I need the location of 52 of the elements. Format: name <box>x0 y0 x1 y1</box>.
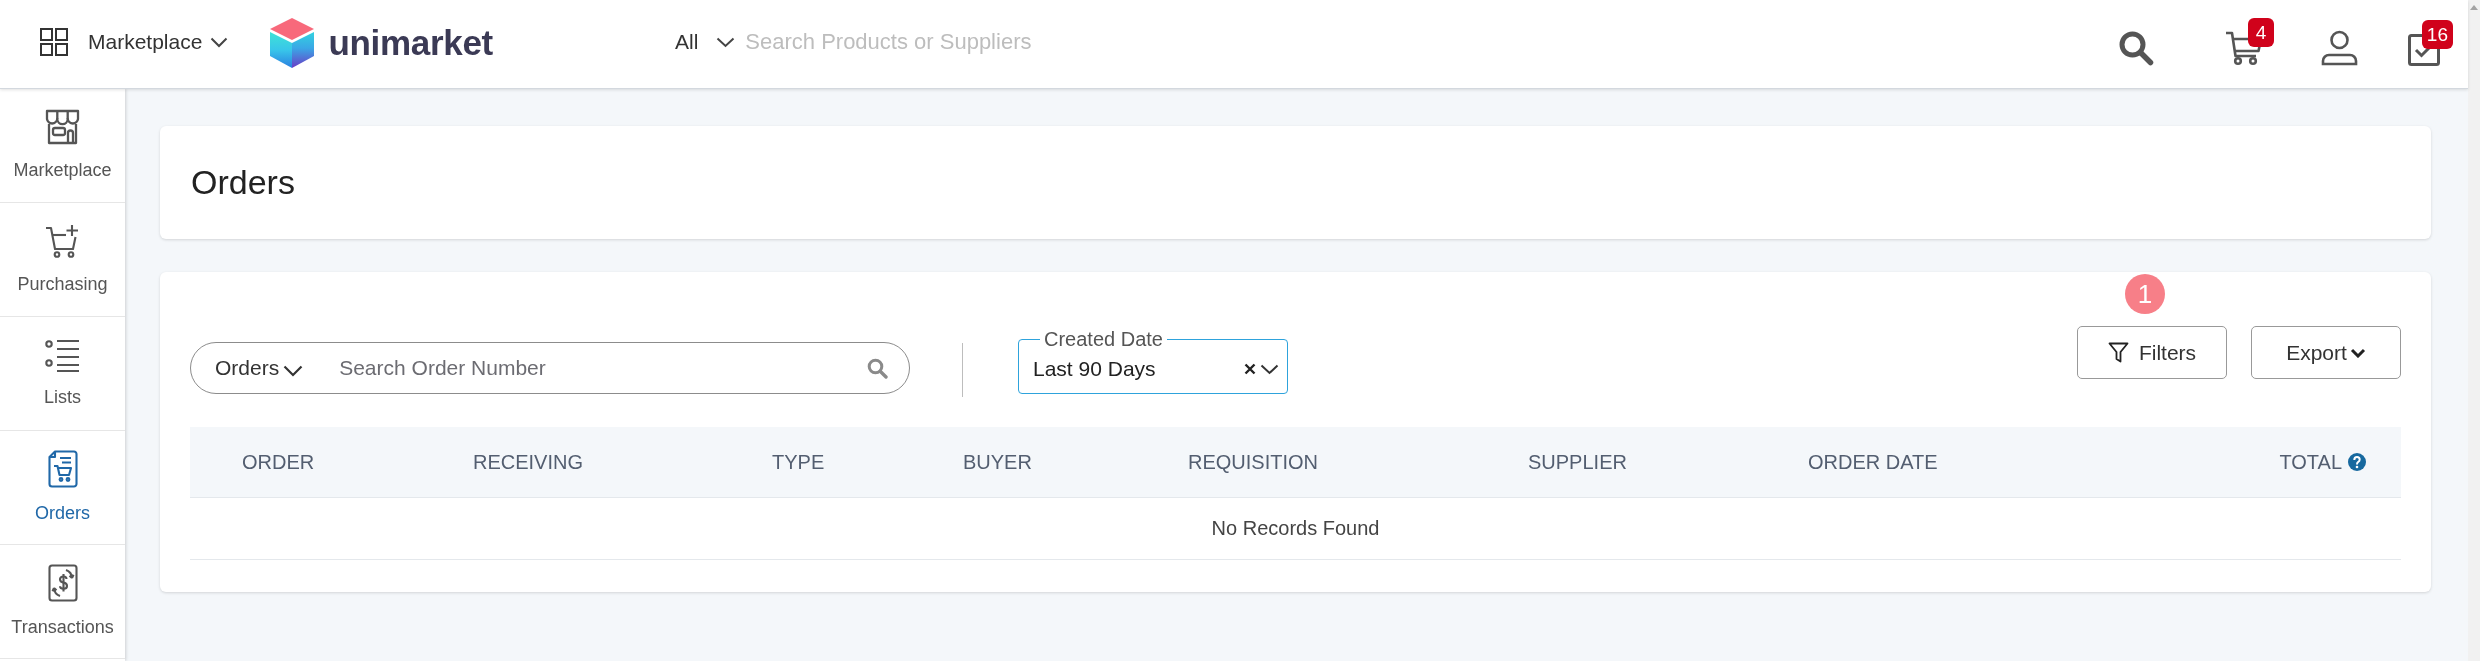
cart-count-badge: 4 <box>2248 18 2274 47</box>
date-filter-value: Last 90 Days <box>1033 357 1156 381</box>
user-icon <box>2321 30 2358 66</box>
chevron-down-icon[interactable] <box>1260 363 1279 375</box>
dollar-exchange-icon <box>47 563 78 602</box>
grid-icon <box>40 28 68 56</box>
column-header: SUPPLIER <box>1528 450 1627 474</box>
page-title: Orders <box>191 163 295 202</box>
column-header: RECEIVING <box>473 450 584 474</box>
date-filter-field[interactable]: Created Date Last 90 Days <box>1018 328 1288 394</box>
product-search-input[interactable]: Search Products or Suppliers <box>745 29 1166 55</box>
chevron-down-icon <box>716 36 736 48</box>
store-icon <box>44 108 81 145</box>
cart-button[interactable]: 4 <box>2224 18 2274 66</box>
scrollbar[interactable] <box>2468 0 2480 661</box>
column-header: BUYER <box>963 450 1032 474</box>
clear-icon[interactable] <box>1244 363 1256 375</box>
logo-link[interactable]: unimarket <box>270 16 493 68</box>
chevron-down-icon <box>210 36 229 48</box>
empty-table-message: No Records Found <box>1211 517 1380 540</box>
column-header: ORDER DATE <box>1808 450 1938 474</box>
sidebar-item[interactable]: Lists <box>0 317 125 431</box>
sidebar-item[interactable]: Orders <box>0 431 125 545</box>
search-icon <box>2118 30 2154 66</box>
funnel-icon <box>2107 342 2129 363</box>
column-header: REQUISITION <box>1188 450 1318 474</box>
search-scope-dropdown[interactable]: All <box>674 30 736 54</box>
column-header: TYPE <box>772 450 825 474</box>
help-icon[interactable] <box>2348 453 2366 471</box>
chevron-down-icon <box>283 365 304 377</box>
account-button[interactable] <box>2321 30 2358 66</box>
date-filter-label: Created Date <box>1043 328 1164 351</box>
cube-logo-icon <box>270 18 315 68</box>
filter-count-badge: 1 <box>2125 274 2165 314</box>
cart-plus-icon <box>44 222 81 259</box>
order-document-icon <box>47 449 78 488</box>
search-icon <box>867 357 888 379</box>
list-icon <box>44 337 81 372</box>
chevron-down-icon <box>2349 347 2366 358</box>
app-menu-button[interactable]: Marketplace <box>40 28 229 56</box>
column-header: ORDER <box>242 450 315 474</box>
sidebar-item[interactable]: Marketplace <box>0 89 125 203</box>
search-button[interactable] <box>2118 30 2154 66</box>
column-header: TOTAL <box>2279 450 2342 474</box>
sidebar-item[interactable]: Purchasing <box>0 203 125 317</box>
search-type-dropdown[interactable]: Orders <box>215 356 304 380</box>
sidebar-item[interactable]: Transactions <box>0 545 125 659</box>
order-search-input[interactable]: Search Order Number <box>339 353 853 383</box>
export-dropdown-button[interactable]: Export <box>2251 326 2401 379</box>
tasks-button[interactable]: 16 <box>2408 20 2453 66</box>
tasks-count-badge: 16 <box>2421 20 2453 49</box>
filters-button[interactable]: Filters <box>2077 326 2227 379</box>
